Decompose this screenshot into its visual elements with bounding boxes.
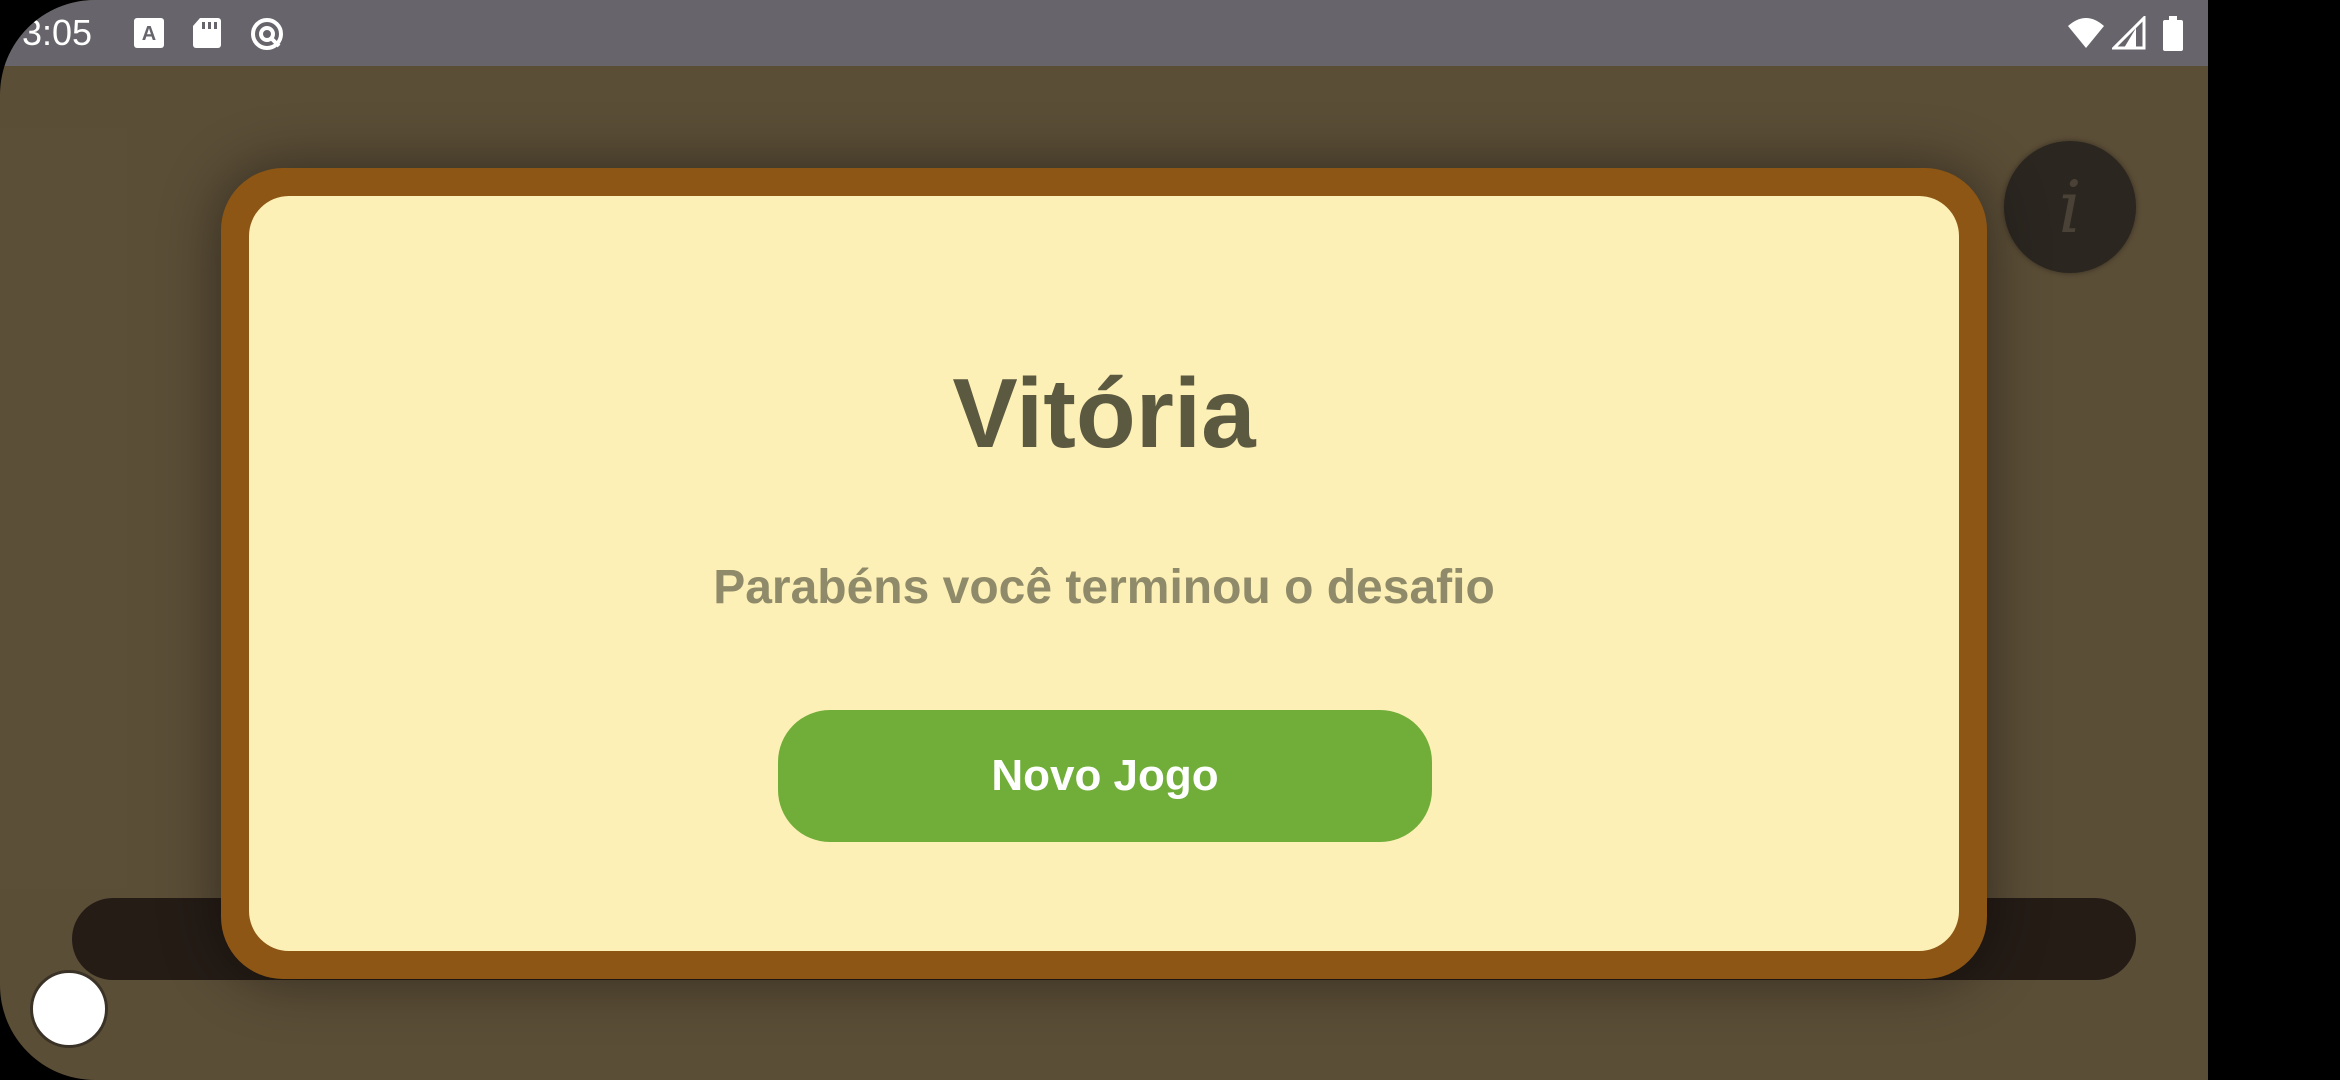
victory-dialog-panel: Vitória Parabéns você terminou o desafio… [249,196,1959,951]
floating-touch-button[interactable] [30,970,108,1048]
wifi-icon [2066,16,2106,50]
app-screen: 3:05 A i Vitória Parabéns você terminou … [0,0,2208,1080]
victory-dialog: Vitória Parabéns você terminou o desafio… [221,168,1987,979]
status-time: 3:05 [22,12,93,53]
svg-text:A: A [142,23,156,45]
navigation-bar [2208,0,2340,1080]
new-game-button-label: Novo Jogo [991,751,1219,800]
dialog-message: Parabéns você terminou o desafio [713,561,1495,614]
info-button[interactable]: i [2004,141,2136,273]
status-bar: 3:05 A [0,0,2208,66]
battery-icon [2162,16,2184,51]
new-game-button[interactable]: Novo Jogo [778,710,1432,842]
sd-card-icon [190,16,224,50]
data-saver-icon [249,16,283,50]
device-frame: 3:05 A i Vitória Parabéns você terminou … [0,0,2340,1080]
dialog-title: Vitória [952,358,1256,468]
info-icon: i [2058,165,2082,249]
text-format-icon: A [132,16,166,50]
cellular-signal-icon [2110,14,2146,50]
